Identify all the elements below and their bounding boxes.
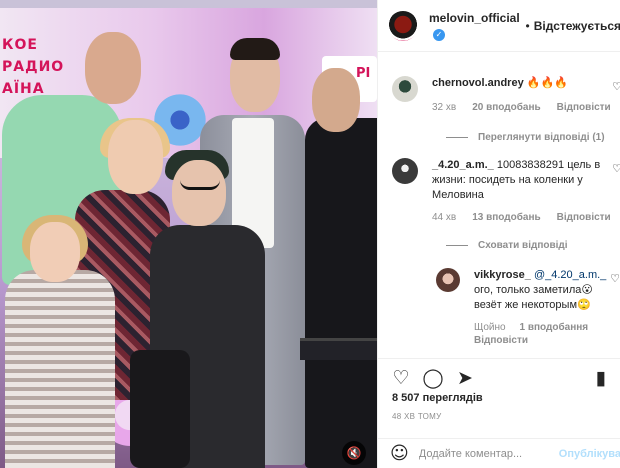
view-replies-button[interactable]: Переглянути відповіді (1) (446, 132, 605, 143)
comment-body: chernovol.andrey 🔥🔥🔥 (432, 76, 608, 91)
person-head (172, 160, 226, 226)
view-replies-label[interactable]: Переглянути відповіді (1) (478, 132, 605, 143)
comment-meta: 44 хв 13 вподобань Відповісти (432, 212, 611, 223)
reply-text: ого, только заметила😮 везёт же некоторым… (474, 284, 593, 311)
reply-like-icon[interactable]: ♡ (610, 272, 620, 285)
reply-reply-button[interactable]: Відповісти (474, 335, 528, 346)
speaker-muted-icon[interactable]: 🔇 (342, 441, 366, 465)
comment-body: _4.20_a.m._ 10083838291 цель в жизни: по… (432, 158, 608, 203)
share-icon[interactable]: ➤ (454, 367, 476, 389)
post-photo[interactable]: КОЕ РАДИО АЇНА РІ 🔇 (0, 0, 377, 468)
comment-username[interactable]: _4.20_a.m._ (432, 159, 494, 171)
comment-likes[interactable]: 20 вподобань (472, 102, 540, 113)
piano-keyboard (300, 338, 377, 360)
comment-time: 32 хв (432, 102, 457, 113)
person-legs (130, 350, 190, 468)
replies-line (446, 245, 468, 246)
comment-username[interactable]: chernovol.andrey (432, 77, 524, 89)
author-avatar[interactable] (388, 10, 418, 41)
person-black-shirt (305, 118, 377, 468)
publish-button[interactable]: Опублікувати (559, 448, 620, 460)
comment-input[interactable] (418, 447, 555, 460)
commenter-avatar[interactable] (392, 76, 418, 102)
reply-meta: Щойно 1 вподобання Відповісти (474, 321, 614, 347)
post-header: melovin_official ✓ • Відстежується (378, 0, 620, 52)
replier-avatar[interactable] (436, 268, 460, 292)
post-actions: ♡ ◯ ➤ ▮ (378, 358, 620, 392)
comment-like-icon[interactable]: ♡ (612, 80, 620, 93)
reply-username[interactable]: vikkyrose_ (474, 269, 531, 281)
comment-likes[interactable]: 13 вподобань (472, 212, 540, 223)
commenter-avatar[interactable] (392, 158, 418, 184)
bookmark-icon[interactable]: ▮ (590, 367, 612, 389)
comments-list[interactable]: chernovol.andrey 🔥🔥🔥 ♡ 32 хв 20 вподобан… (378, 52, 620, 358)
sunglasses (180, 180, 220, 190)
hide-replies-button[interactable]: Сховати відповіді (446, 240, 568, 251)
reply-likes[interactable]: 1 вподобання (520, 322, 589, 333)
person-hair (230, 38, 280, 60)
comment-text: 🔥🔥🔥 (526, 77, 568, 89)
reply-button[interactable]: Відповісти (557, 102, 611, 113)
person-head (108, 120, 163, 194)
view-count[interactable]: 8 507 переглядів (392, 392, 483, 404)
reply-mention[interactable]: @_4.20_a.m._ (534, 269, 606, 281)
verified-badge-icon: ✓ (433, 28, 445, 41)
add-comment-bar: ☺ Опублікувати (378, 438, 620, 468)
person-child-striped (5, 270, 115, 468)
comment-icon[interactable]: ◯ (422, 367, 444, 389)
person-head (312, 68, 360, 132)
person-head (30, 222, 80, 282)
author-username-text[interactable]: melovin_official (429, 11, 520, 25)
header-separator: • (525, 18, 530, 33)
heart-icon[interactable]: ♡ (390, 367, 412, 389)
person-head (85, 32, 141, 104)
hide-replies-label[interactable]: Сховати відповіді (478, 240, 568, 251)
comment-time: 44 хв (432, 212, 457, 223)
author-username[interactable]: melovin_official ✓ (429, 11, 522, 41)
comment-like-icon[interactable]: ♡ (612, 162, 620, 175)
reply-body: vikkyrose_ @_4.20_a.m._ ого, только заме… (474, 268, 616, 313)
following-button[interactable]: Відстежується (534, 19, 620, 33)
replies-line (446, 137, 468, 138)
reply-time: Щойно (474, 322, 506, 333)
comment-meta: 32 хв 20 вподобань Відповісти (432, 102, 611, 113)
reply-button[interactable]: Відповісти (557, 212, 611, 223)
banner-text-left: КОЕ РАДИО АЇНА (2, 37, 65, 97)
post-time-ago[interactable]: 48 ХВ ТОМУ (392, 412, 442, 421)
emoji-icon[interactable]: ☺ (390, 443, 409, 464)
post-sidebar: melovin_official ✓ • Відстежується cherno… (377, 0, 620, 468)
